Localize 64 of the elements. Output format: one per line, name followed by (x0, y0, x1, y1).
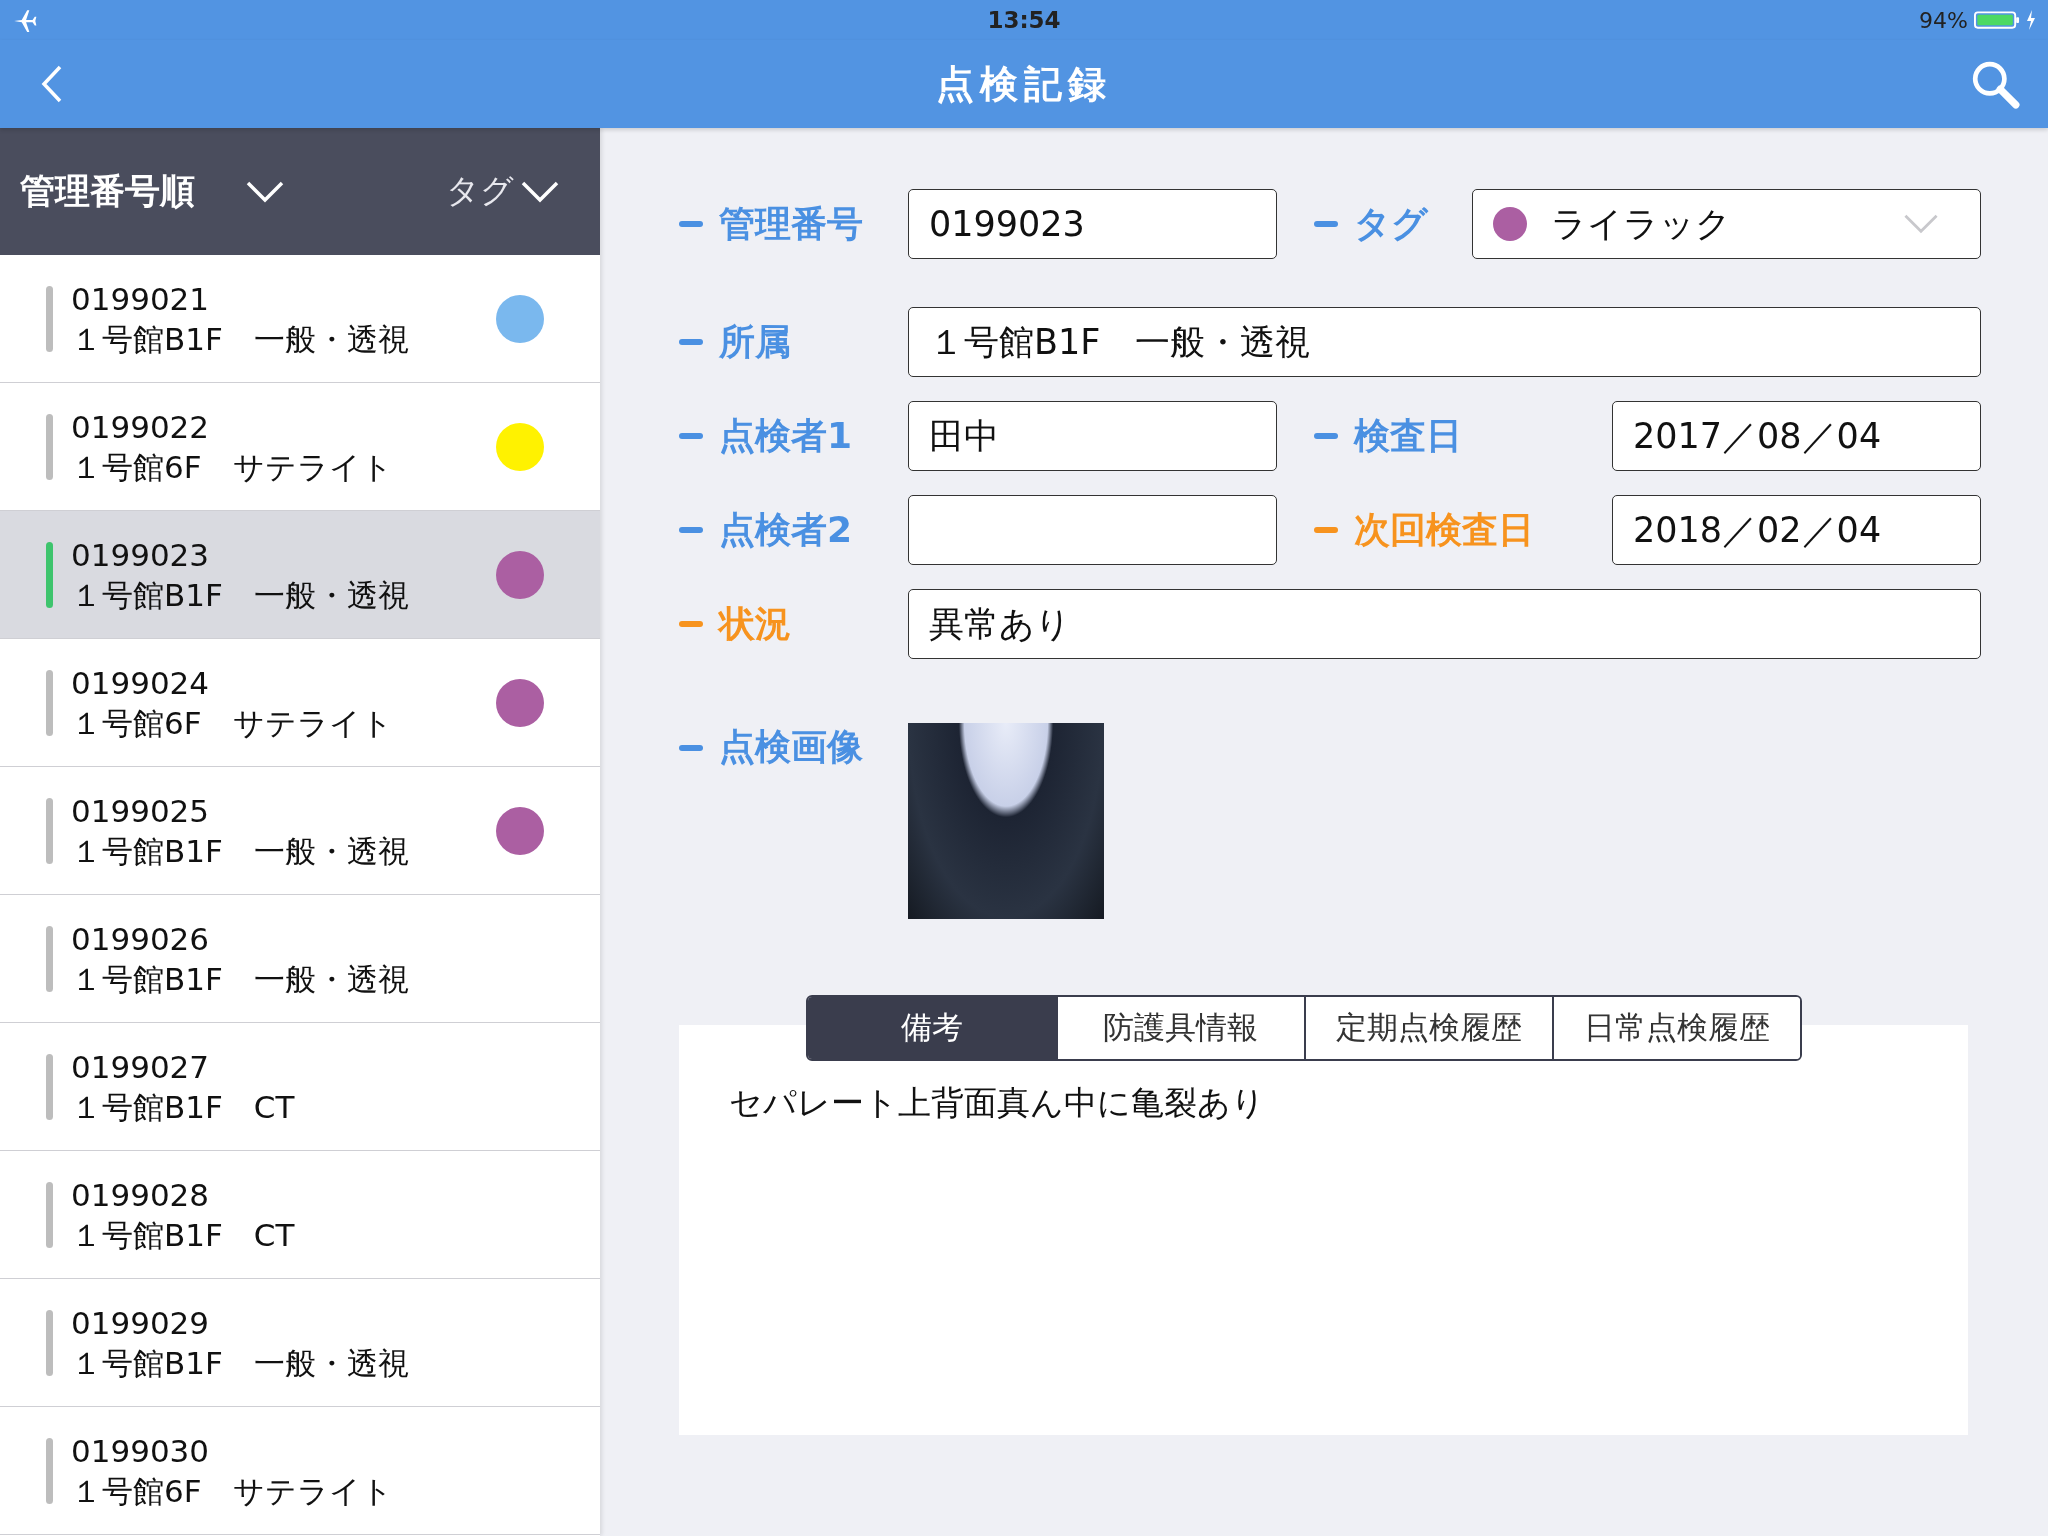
record-location: １号館6F サテライト (71, 447, 393, 487)
record-number: 0199030 (71, 1431, 211, 1471)
field-label: 点検者2 (679, 505, 908, 555)
tab[interactable]: 備考 (807, 997, 1056, 1059)
record-number: 0199025 (71, 791, 211, 831)
inspection-date-field[interactable]: 2017／08／04 (1612, 401, 1981, 471)
back-chevron-icon[interactable] (40, 64, 64, 104)
record-location: １号館B1F 一般・透視 (71, 959, 409, 999)
tab[interactable]: 防護具情報 (1055, 997, 1304, 1059)
record-number: 0199028 (71, 1175, 211, 1215)
record-list-item[interactable]: 0199023 １号館B1F 一般・透視 (0, 511, 600, 639)
battery-icon (1974, 10, 2020, 30)
record-list-item[interactable]: 0199028 １号館B1F CT (0, 1151, 600, 1279)
next-inspection-date-field[interactable]: 2018／02／04 (1612, 495, 1981, 565)
battery-percent: 94% (1919, 7, 1968, 33)
search-icon[interactable] (1970, 59, 2020, 109)
record-number: 0199029 (71, 1303, 211, 1343)
record-number: 0199021 (71, 279, 211, 319)
field-label: 状況 (679, 599, 908, 649)
record-location: １号館B1F 一般・透視 (71, 319, 409, 359)
record-location: １号館B1F CT (71, 1215, 295, 1255)
tag-dropdown[interactable]: ライラック (1472, 189, 1981, 259)
field-label: 管理番号 (679, 199, 908, 249)
tab[interactable]: 日常点検履歴 (1551, 997, 1800, 1059)
field-label: 点検画像 (679, 723, 908, 772)
record-list-item[interactable]: 0199025 １号館B1F 一般・透視 (0, 767, 600, 895)
notes-text: セパレート上背面真ん中に亀裂あり (729, 1083, 1265, 1122)
record-list-item[interactable]: 0199024 １号館6F サテライト (0, 639, 600, 767)
record-list-item[interactable]: 0199030 １号館6F サテライト (0, 1407, 600, 1535)
record-number: 0199027 (71, 1047, 211, 1087)
inspector-field[interactable]: 田中 (908, 401, 1277, 471)
record-number: 0199023 (71, 535, 211, 575)
field-label: 所属 (679, 317, 908, 367)
record-number: 0199026 (71, 919, 211, 959)
tab[interactable]: 定期点検履歴 (1303, 997, 1552, 1059)
record-location: １号館6F サテライト (71, 1471, 393, 1511)
record-number: 0199022 (71, 407, 211, 447)
field-label: タグ (1314, 199, 1472, 249)
record-list-item[interactable]: 0199029 １号館B1F 一般・透視 (0, 1279, 600, 1407)
chevron-down-icon (520, 179, 560, 204)
inspector-field[interactable] (908, 495, 1277, 565)
record-location: １号館B1F CT (71, 1087, 295, 1127)
field-label: 点検者1 (679, 411, 908, 461)
field-label: 検査日 (1314, 411, 1612, 461)
record-location: １号館B1F 一般・透視 (71, 1343, 409, 1383)
screen-title: 点検記録 (936, 60, 1112, 108)
chevron-down-icon (1902, 213, 1940, 235)
record-list-item[interactable]: 0199027 １号館B1F CT (0, 1023, 600, 1151)
condition-field[interactable]: 異常あり (908, 589, 1981, 659)
sort-dropdown[interactable]: 管理番号順 (20, 168, 285, 215)
record-location: １号館B1F 一般・透視 (71, 575, 409, 615)
record-location: １号館6F サテライト (71, 703, 393, 743)
charging-bolt-icon (2026, 10, 2036, 30)
record-number: 0199024 (71, 663, 211, 703)
tag-filter-dropdown[interactable]: タグ (446, 169, 560, 214)
management-number-field[interactable]: 0199023 (908, 189, 1277, 259)
chevron-down-icon (245, 179, 285, 204)
record-list-item[interactable]: 0199021 １号館B1F 一般・透視 (0, 255, 600, 383)
photo-placeholder[interactable] (908, 723, 1104, 919)
affiliation-field[interactable]: １号館B1F 一般・透視 (908, 307, 1981, 377)
record-list-item[interactable]: 0199026 １号館B1F 一般・透視 (0, 895, 600, 1023)
status-time: 13:54 (987, 7, 1061, 33)
record-location: １号館B1F 一般・透視 (71, 831, 409, 871)
field-label: 次回検査日 (1314, 505, 1612, 555)
